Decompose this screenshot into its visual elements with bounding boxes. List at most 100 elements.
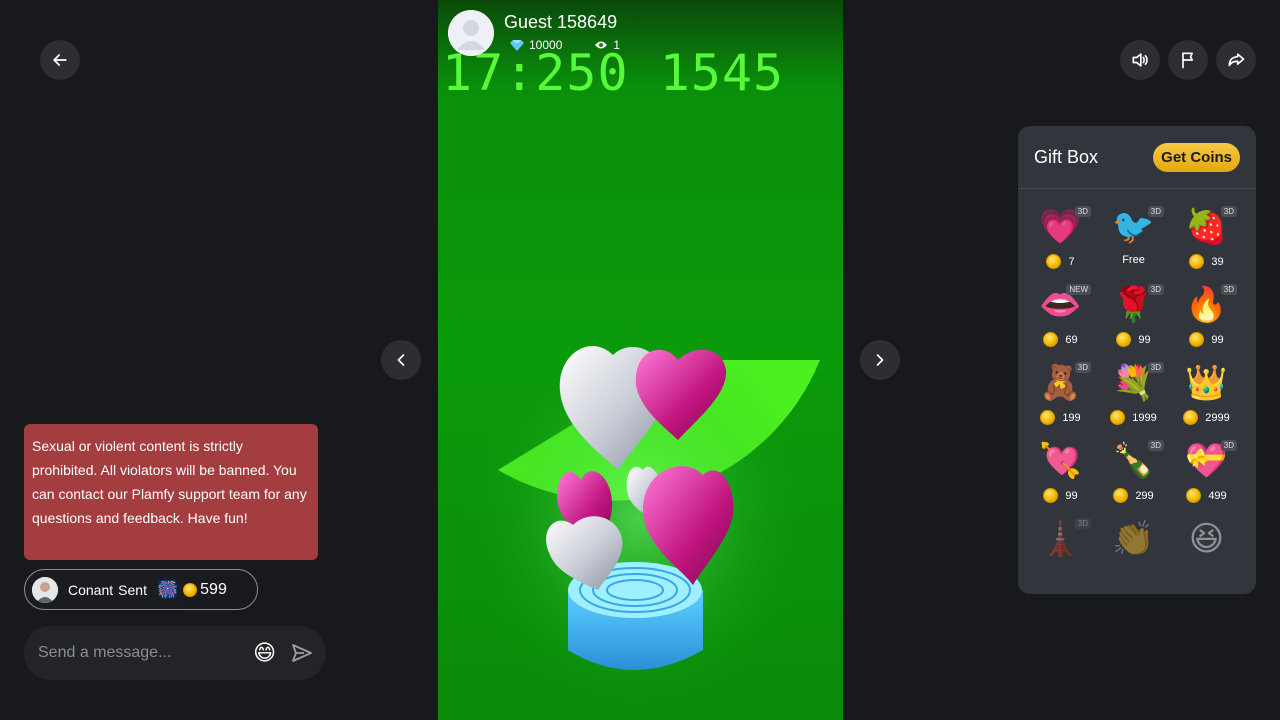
coin-icon [1040, 410, 1056, 425]
gift-price: 7 [1046, 254, 1075, 269]
gift-item-bouquet[interactable]: 💐 3D 1999 [1097, 359, 1170, 437]
host-info-panel: Guest 158649 10000 1 [448, 10, 652, 56]
gift-item-clap[interactable]: 👏 [1097, 515, 1170, 593]
diamond-icon [510, 40, 524, 51]
gift-item-strawberry[interactable]: 🍓 3D 39 [1170, 203, 1243, 281]
gift-price-value: 39 [1211, 255, 1224, 268]
gift-price: Free [1122, 254, 1145, 266]
gift-item-heart-box[interactable]: 💝 3D 499 [1170, 437, 1243, 515]
gift-box-title: Gift Box [1034, 146, 1099, 167]
back-button[interactable] [40, 40, 80, 80]
clap-icon: 👏 [1112, 520, 1155, 558]
gift-price-value: Free [1122, 254, 1145, 266]
gift-item-tiara[interactable]: 👑 2999 [1170, 359, 1243, 437]
message-bar: 😄 [24, 626, 326, 680]
coin-icon [1116, 332, 1132, 347]
gift-badge: 3D [1147, 440, 1164, 451]
gift-event-chip: Conant Sent 🎆 599 [24, 569, 258, 610]
gift-item-tower[interactable]: 🗼 3D [1024, 515, 1097, 593]
gift-badge: NEW [1066, 284, 1091, 295]
coin-icon [1046, 254, 1062, 269]
flag-icon [1182, 52, 1193, 69]
gift-item-heart-arrow[interactable]: 💘 99 [1024, 437, 1097, 515]
gift-price-value: 499 [1208, 489, 1227, 502]
gift-badge: 3D [1220, 284, 1237, 295]
user-silhouette-icon [448, 10, 494, 56]
share-button[interactable] [1216, 40, 1256, 80]
gift-price-value: 99 [1211, 333, 1224, 346]
gift-badge: 3D [1147, 284, 1164, 295]
gift-price-value: 299 [1135, 489, 1154, 502]
gift-item-champagne[interactable]: 🍾 3D 299 [1097, 437, 1170, 515]
gift-animation [463, 320, 820, 720]
host-avatar[interactable] [448, 10, 494, 56]
gift-price: 39 [1189, 254, 1224, 269]
coin-icon [183, 582, 198, 597]
gift-item-laugh[interactable]: 😆 [1170, 515, 1243, 593]
eye-icon [595, 41, 608, 49]
gift-item-teddy-bear[interactable]: 🧸 3D 199 [1024, 359, 1097, 437]
coin-icon [1110, 410, 1126, 425]
message-input[interactable] [38, 644, 254, 662]
gift-badge: 3D [1220, 440, 1237, 451]
live-stream-video[interactable]: 17:250 1545 Guest 158649 10000 1 [438, 0, 843, 720]
gift-price: 299 [1113, 488, 1154, 503]
gift-badge: 3D [1074, 206, 1091, 217]
gift-price-value: 2999 [1205, 411, 1230, 424]
next-stream-button[interactable] [860, 340, 900, 380]
coin-icon [1189, 332, 1205, 347]
gift-price-value: 1999 [1132, 411, 1157, 424]
community-notice: Sexual or violent content is strictly pr… [24, 424, 318, 560]
coin-icon [1189, 254, 1205, 269]
live-room-page: 17:250 1545 Guest 158649 10000 1 Sexual … [0, 0, 1280, 720]
user-photo-icon [32, 576, 58, 603]
gift-price: 499 [1186, 488, 1227, 503]
gift-price-value: 99 [1065, 489, 1078, 502]
gift-amount: 599 [200, 580, 227, 598]
viewer-count: 1 [594, 38, 636, 52]
report-button[interactable] [1168, 40, 1208, 80]
coin-icon [1043, 488, 1059, 503]
heart-arrow-icon: 💘 [1039, 442, 1082, 480]
diamond-count: 10000 [510, 38, 578, 52]
gift-action-text: Sent [118, 581, 147, 598]
gift-price: 99 [1043, 488, 1078, 503]
gift-item-hi-bird[interactable]: 🐦 3D Free [1097, 203, 1170, 281]
prev-stream-button[interactable] [381, 340, 421, 380]
gift-icon: 🎆 [156, 579, 179, 599]
send-icon [292, 644, 312, 662]
gift-badge: 3D [1147, 362, 1164, 373]
coin-icon [1043, 332, 1059, 347]
gift-badge: 3D [1074, 362, 1091, 373]
sound-button[interactable] [1120, 40, 1160, 80]
speaker-icon [1132, 53, 1148, 67]
gift-price: 99 [1189, 332, 1224, 347]
gift-item-follow-me-heart[interactable]: 💗 3D 7 [1024, 203, 1097, 281]
gift-price-value: 7 [1068, 255, 1075, 268]
gift-item-lips[interactable]: 👄 NEW 69 [1024, 281, 1097, 359]
coin-icon [1183, 410, 1199, 425]
laugh-icon: 😆 [1188, 520, 1225, 558]
get-coins-button[interactable]: Get Coins [1153, 142, 1240, 172]
gift-price-value: 99 [1138, 333, 1151, 346]
arrow-left-icon [53, 54, 67, 66]
tiara-icon: 👑 [1185, 364, 1228, 402]
gift-badge: 3D [1074, 518, 1091, 529]
gift-item-rose[interactable]: 🌹 3D 99 [1097, 281, 1170, 359]
send-button[interactable] [290, 641, 314, 665]
gift-badge: 3D [1220, 206, 1237, 217]
sender-avatar[interactable] [32, 576, 58, 603]
chevron-left-icon [397, 354, 405, 366]
gift-price: 2999 [1183, 410, 1230, 425]
gift-price-value: 69 [1065, 333, 1078, 346]
gift-item-fire[interactable]: 🔥 3D 99 [1170, 281, 1243, 359]
gift-price: 69 [1043, 332, 1078, 347]
sender-name: Conant [68, 581, 114, 598]
emoji-button[interactable]: 😄 [253, 640, 276, 666]
gift-price: 1999 [1110, 410, 1157, 425]
gift-box-panel: Gift Box Get Coins 💗 3D 7 🐦 3D Free 🍓 3D 39 👄 NEW 6… [1018, 126, 1256, 594]
gift-price: 199 [1040, 410, 1081, 425]
gift-price-value: 199 [1062, 411, 1081, 424]
coin-icon [1113, 488, 1129, 503]
gift-grid: 💗 3D 7 🐦 3D Free 🍓 3D 39 👄 NEW 69 🌹 3D 99 🔥 3D 99 🧸 3D 199 💐 3… [1018, 189, 1256, 593]
